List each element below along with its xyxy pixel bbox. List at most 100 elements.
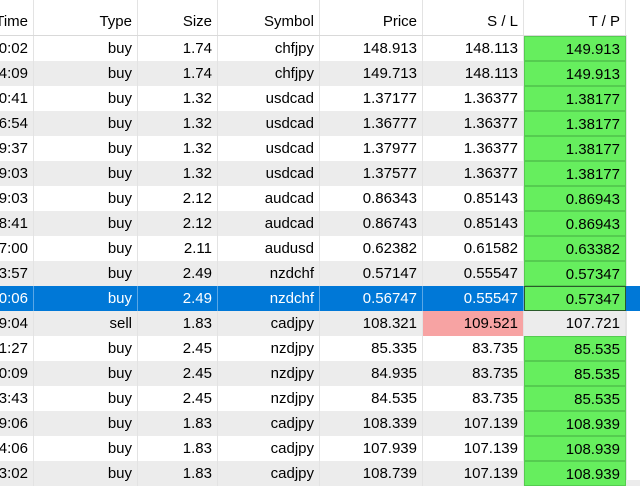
column-header-symbol[interactable]: Symbol — [218, 0, 320, 35]
cell-time: 16:54 — [0, 111, 34, 136]
cell-price: 0.57147 — [320, 261, 423, 286]
cell-tp: 108.939 — [524, 436, 626, 461]
cell-sl: 0.85143 — [423, 186, 524, 211]
table-row[interactable]: 29:06buy1.83cadjpy108.339107.139108.939 — [0, 411, 640, 436]
cell-size: 1.83 — [138, 436, 218, 461]
cell-time: 53:57 — [0, 261, 34, 286]
cell-price: 84.535 — [320, 386, 423, 411]
cell-type: buy — [34, 36, 138, 61]
column-header-type[interactable]: Type — [34, 0, 138, 35]
table-row[interactable]: 40:02buy1.74chfjpy148.913148.113149.913 — [0, 36, 640, 61]
table-row[interactable]: 10:09buy2.45nzdjpy84.93583.73585.535 — [0, 361, 640, 386]
cell-size: 2.45 — [138, 361, 218, 386]
cell-type: buy — [34, 186, 138, 211]
table-row[interactable]: 16:54buy1.32usdcad1.367771.363771.38177 — [0, 111, 640, 136]
cell-size: 1.32 — [138, 111, 218, 136]
cell-price: 84.935 — [320, 361, 423, 386]
cell-type: buy — [34, 111, 138, 136]
cell-price: 1.37977 — [320, 136, 423, 161]
cell-time: 10:06 — [0, 286, 34, 311]
table-row[interactable]: 57:00buy2.11audusd0.623820.615820.63382 — [0, 236, 640, 261]
cell-symbol: nzdchf — [218, 261, 320, 286]
cell-price: 85.335 — [320, 336, 423, 361]
cell-size: 1.32 — [138, 136, 218, 161]
cell-symbol: audcad — [218, 211, 320, 236]
table-row[interactable]: 40:41buy1.32usdcad1.371771.363771.38177 — [0, 86, 640, 111]
cell-sl: 0.55547 — [423, 286, 524, 311]
cell-price: 1.37177 — [320, 86, 423, 111]
table-header: Time Type Size Symbol Price S / L T / P — [0, 0, 640, 36]
cell-price: 0.86343 — [320, 186, 423, 211]
cell-price: 108.739 — [320, 461, 423, 486]
table-row[interactable]: 24:09buy1.74chfjpy149.713148.113149.913 — [0, 61, 640, 86]
cell-sl: 107.139 — [423, 411, 524, 436]
cell-size: 1.32 — [138, 86, 218, 111]
cell-tp: 1.38177 — [524, 111, 626, 136]
cell-size: 1.83 — [138, 461, 218, 486]
cell-tp: 149.913 — [524, 36, 626, 61]
table-row[interactable]: 28:41buy2.12audcad0.867430.851430.86943 — [0, 211, 640, 236]
column-header-tp[interactable]: T / P — [524, 0, 626, 35]
cell-time: 40:41 — [0, 86, 34, 111]
cell-sl: 1.36377 — [423, 161, 524, 186]
vertical-scrollbar[interactable] — [626, 35, 640, 480]
cell-tp: 0.63382 — [524, 236, 626, 261]
cell-size: 2.12 — [138, 186, 218, 211]
table-row[interactable]: 53:57buy2.49nzdchf0.571470.555470.57347 — [0, 261, 640, 286]
table-row[interactable]: 04:06buy1.83cadjpy107.939107.139108.939 — [0, 436, 640, 461]
table-row[interactable]: 29:04sell1.83cadjpy108.321109.521107.721 — [0, 311, 640, 336]
cell-time: 43:43 — [0, 386, 34, 411]
cell-symbol: usdcad — [218, 111, 320, 136]
table-row[interactable]: 29:03buy2.12audcad0.863430.851430.86943 — [0, 186, 640, 211]
table-row[interactable]: 09:03buy1.32usdcad1.375771.363771.38177 — [0, 161, 640, 186]
cell-symbol: chfjpy — [218, 61, 320, 86]
cell-type: buy — [34, 336, 138, 361]
column-header-sl[interactable]: S / L — [423, 0, 524, 35]
cell-tp: 1.38177 — [524, 86, 626, 111]
column-header-size[interactable]: Size — [138, 0, 218, 35]
table-row[interactable]: 10:06buy2.49nzdchf0.567470.555470.57347 — [0, 286, 640, 311]
cell-size: 2.49 — [138, 286, 218, 311]
table-row[interactable]: 43:43buy2.45nzdjpy84.53583.73585.535 — [0, 386, 640, 411]
orders-table: Time Type Size Symbol Price S / L T / P … — [0, 0, 640, 486]
cell-sl: 148.113 — [423, 61, 524, 86]
column-header-time[interactable]: Time — [0, 0, 34, 35]
cell-price: 148.913 — [320, 36, 423, 61]
cell-symbol: nzdchf — [218, 286, 320, 311]
table-row[interactable]: 29:37buy1.32usdcad1.379771.363771.38177 — [0, 136, 640, 161]
cell-symbol: audcad — [218, 186, 320, 211]
cell-price: 1.37577 — [320, 161, 423, 186]
cell-type: buy — [34, 461, 138, 486]
cell-time: 29:37 — [0, 136, 34, 161]
cell-tp: 0.57347 — [524, 286, 626, 311]
cell-price: 108.321 — [320, 311, 423, 336]
cell-sl: 148.113 — [423, 36, 524, 61]
cell-sl: 1.36377 — [423, 111, 524, 136]
cell-sl: 83.735 — [423, 386, 524, 411]
cell-type: buy — [34, 411, 138, 436]
cell-sl: 83.735 — [423, 336, 524, 361]
cell-symbol: usdcad — [218, 86, 320, 111]
cell-symbol: nzdjpy — [218, 361, 320, 386]
cell-tp: 0.86943 — [524, 186, 626, 211]
cell-tp: 85.535 — [524, 361, 626, 386]
cell-size: 1.32 — [138, 161, 218, 186]
cell-tp: 1.38177 — [524, 136, 626, 161]
cell-type: buy — [34, 161, 138, 186]
cell-type: buy — [34, 211, 138, 236]
cell-type: buy — [34, 286, 138, 311]
table-row[interactable]: 51:27buy2.45nzdjpy85.33583.73585.535 — [0, 336, 640, 361]
cell-time: 51:27 — [0, 336, 34, 361]
cell-size: 2.45 — [138, 336, 218, 361]
cell-size: 2.12 — [138, 211, 218, 236]
cell-type: sell — [34, 311, 138, 336]
table-row[interactable]: 53:02buy1.83cadjpy108.739107.139108.939 — [0, 461, 640, 486]
cell-type: buy — [34, 61, 138, 86]
cell-symbol: cadjpy — [218, 436, 320, 461]
cell-size: 2.45 — [138, 386, 218, 411]
cell-sl: 1.36377 — [423, 86, 524, 111]
cell-type: buy — [34, 86, 138, 111]
column-header-price[interactable]: Price — [320, 0, 423, 35]
cell-price: 0.56747 — [320, 286, 423, 311]
cell-time: 29:06 — [0, 411, 34, 436]
